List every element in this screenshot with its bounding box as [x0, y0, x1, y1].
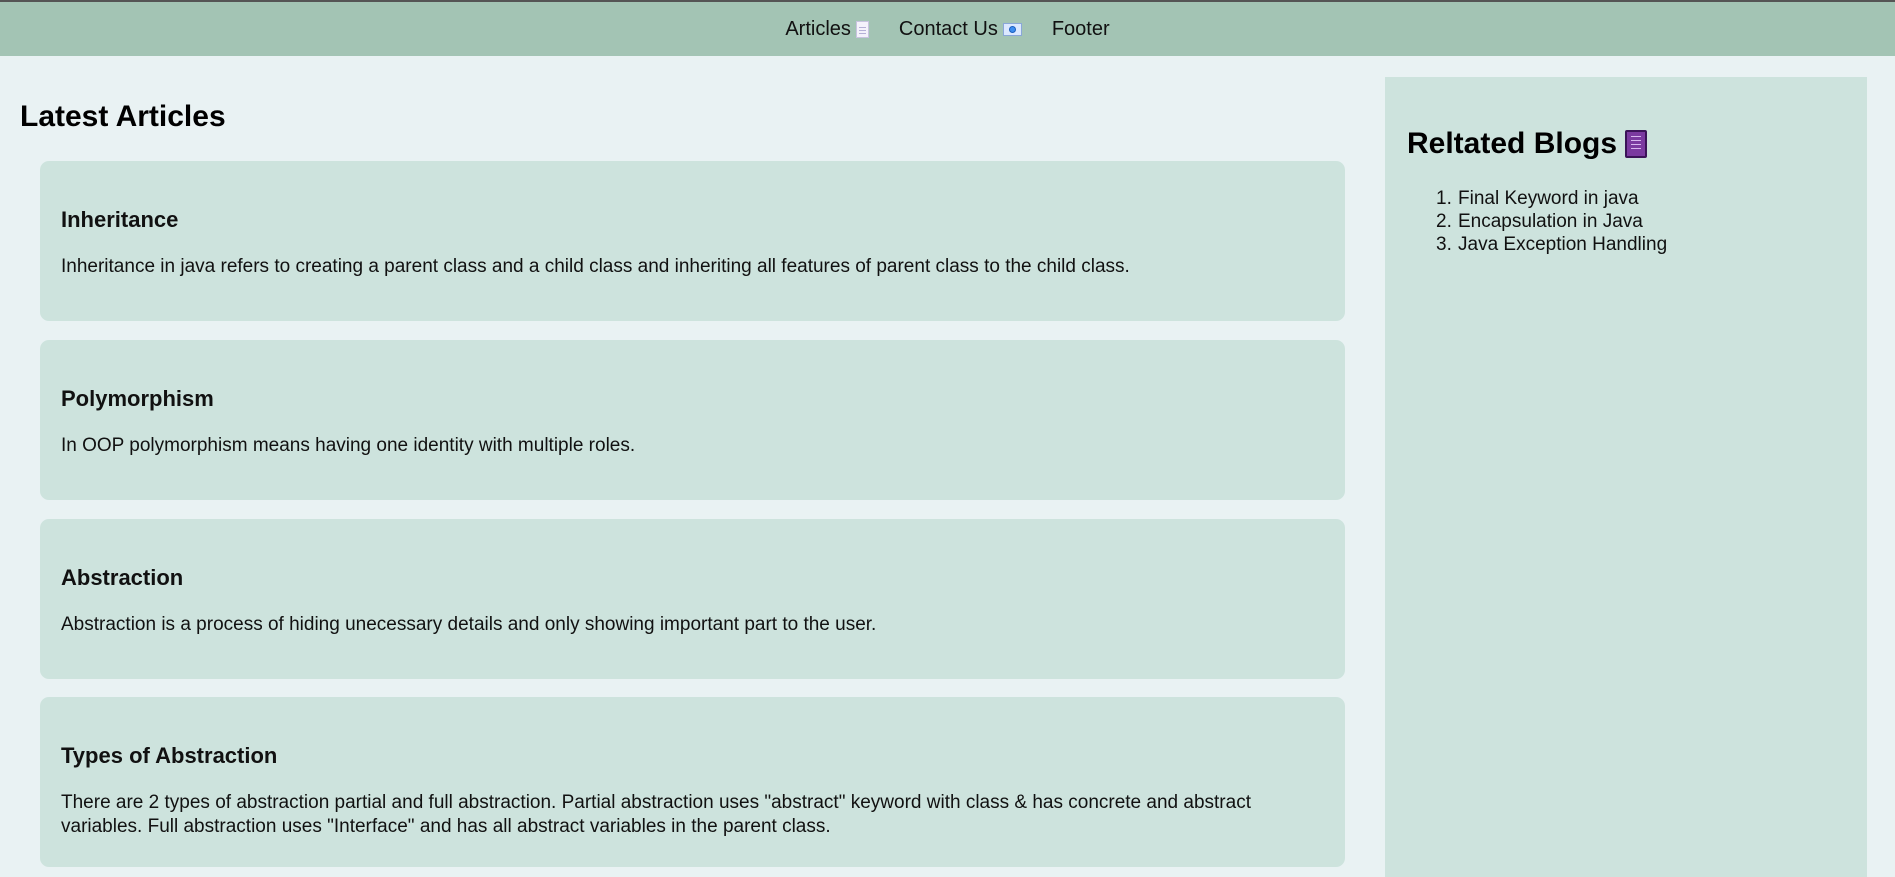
- article-card-inheritance: Inheritance Inheritance in java refers t…: [40, 161, 1345, 321]
- article-title: Inheritance: [61, 207, 179, 232]
- article-body: There are 2 types of abstraction partial…: [61, 792, 1251, 837]
- article-title: Polymorphism: [61, 386, 214, 411]
- blog-item-label: Java Exception Handling: [1458, 234, 1668, 255]
- article-title: Types of Abstraction: [61, 743, 278, 768]
- article-body: In OOP polymorphism means having one ide…: [61, 435, 636, 456]
- blog-item-final-keyword[interactable]: 1. Final Keyword in java: [1436, 187, 1667, 210]
- sidebar-title: Reltated Blogs: [1407, 127, 1648, 161]
- blog-item-label: Final Keyword in java: [1458, 188, 1639, 209]
- article-body: Inheritance in java refers to creating a…: [61, 256, 1130, 277]
- article-card-polymorphism: Polymorphism In OOP polymorphism means h…: [40, 340, 1345, 500]
- book-icon: [1625, 130, 1648, 158]
- blog-item-exception-handling[interactable]: 3. Java Exception Handling: [1436, 233, 1668, 256]
- blog-item-encapsulation[interactable]: 2. Encapsulation in Java: [1436, 210, 1667, 233]
- article-card-types-of-abstraction: Types of Abstraction There are 2 types o…: [40, 697, 1345, 867]
- document-icon: [855, 21, 869, 38]
- article-title: Abstraction: [61, 565, 184, 590]
- blog-item-number: 1.: [1436, 188, 1452, 209]
- nav-footer-label: Footer: [1051, 18, 1110, 40]
- blog-item-number: 2.: [1436, 211, 1452, 232]
- nav-footer-link[interactable]: Footer: [1052, 17, 1110, 41]
- envelope-icon: [1002, 23, 1022, 36]
- nav-contact-link[interactable]: Contact Us: [899, 17, 1022, 41]
- related-blogs-sidebar: Reltated Blogs 1. Final Keyword in java 2…: [1385, 77, 1867, 877]
- article-card-abstraction: Abstraction Abstraction is a process of …: [40, 519, 1345, 679]
- sidebar-title-text: Reltated Blogs: [1407, 127, 1618, 160]
- blog-item-number: 3.: [1436, 234, 1452, 255]
- nav-articles-label: Articles: [785, 18, 851, 40]
- related-blogs-list: 1. Final Keyword in java 2. Encapsulation …: [1436, 187, 1668, 256]
- blog-item-label: Encapsulation in Java: [1458, 211, 1643, 232]
- top-navigation: Articles Contact Us Footer: [0, 0, 1895, 56]
- article-body: Abstraction is a process of hiding unece…: [61, 614, 877, 635]
- page-title: Latest Articles: [20, 100, 226, 133]
- nav-articles-link[interactable]: Articles: [785, 17, 869, 41]
- nav-contact-label: Contact Us: [898, 18, 998, 40]
